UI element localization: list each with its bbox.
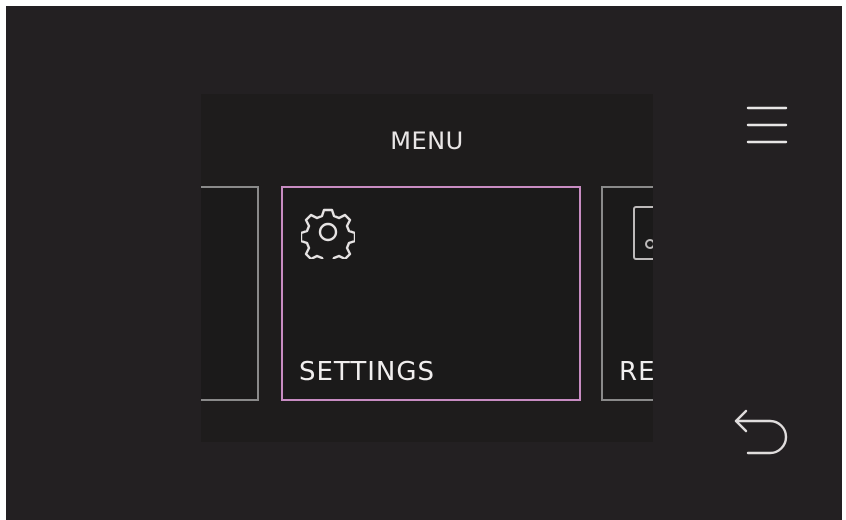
back-arrow-icon[interactable] bbox=[730, 406, 792, 456]
menu-carousel: MENU SETTINGS RE bbox=[201, 94, 653, 442]
page-title: MENU bbox=[390, 127, 464, 155]
menu-card-next[interactable]: RE bbox=[601, 186, 653, 401]
device-screen: MENU SETTINGS RE bbox=[6, 6, 842, 520]
menu-card-label: SETTINGS bbox=[299, 357, 436, 387]
menu-card-previous[interactable] bbox=[201, 186, 259, 401]
menu-card-settings[interactable]: SETTINGS bbox=[281, 186, 581, 401]
menu-card-label: RE bbox=[619, 357, 653, 387]
hamburger-icon[interactable] bbox=[746, 103, 788, 147]
device-icon bbox=[633, 206, 653, 260]
gear-icon bbox=[301, 208, 355, 259]
